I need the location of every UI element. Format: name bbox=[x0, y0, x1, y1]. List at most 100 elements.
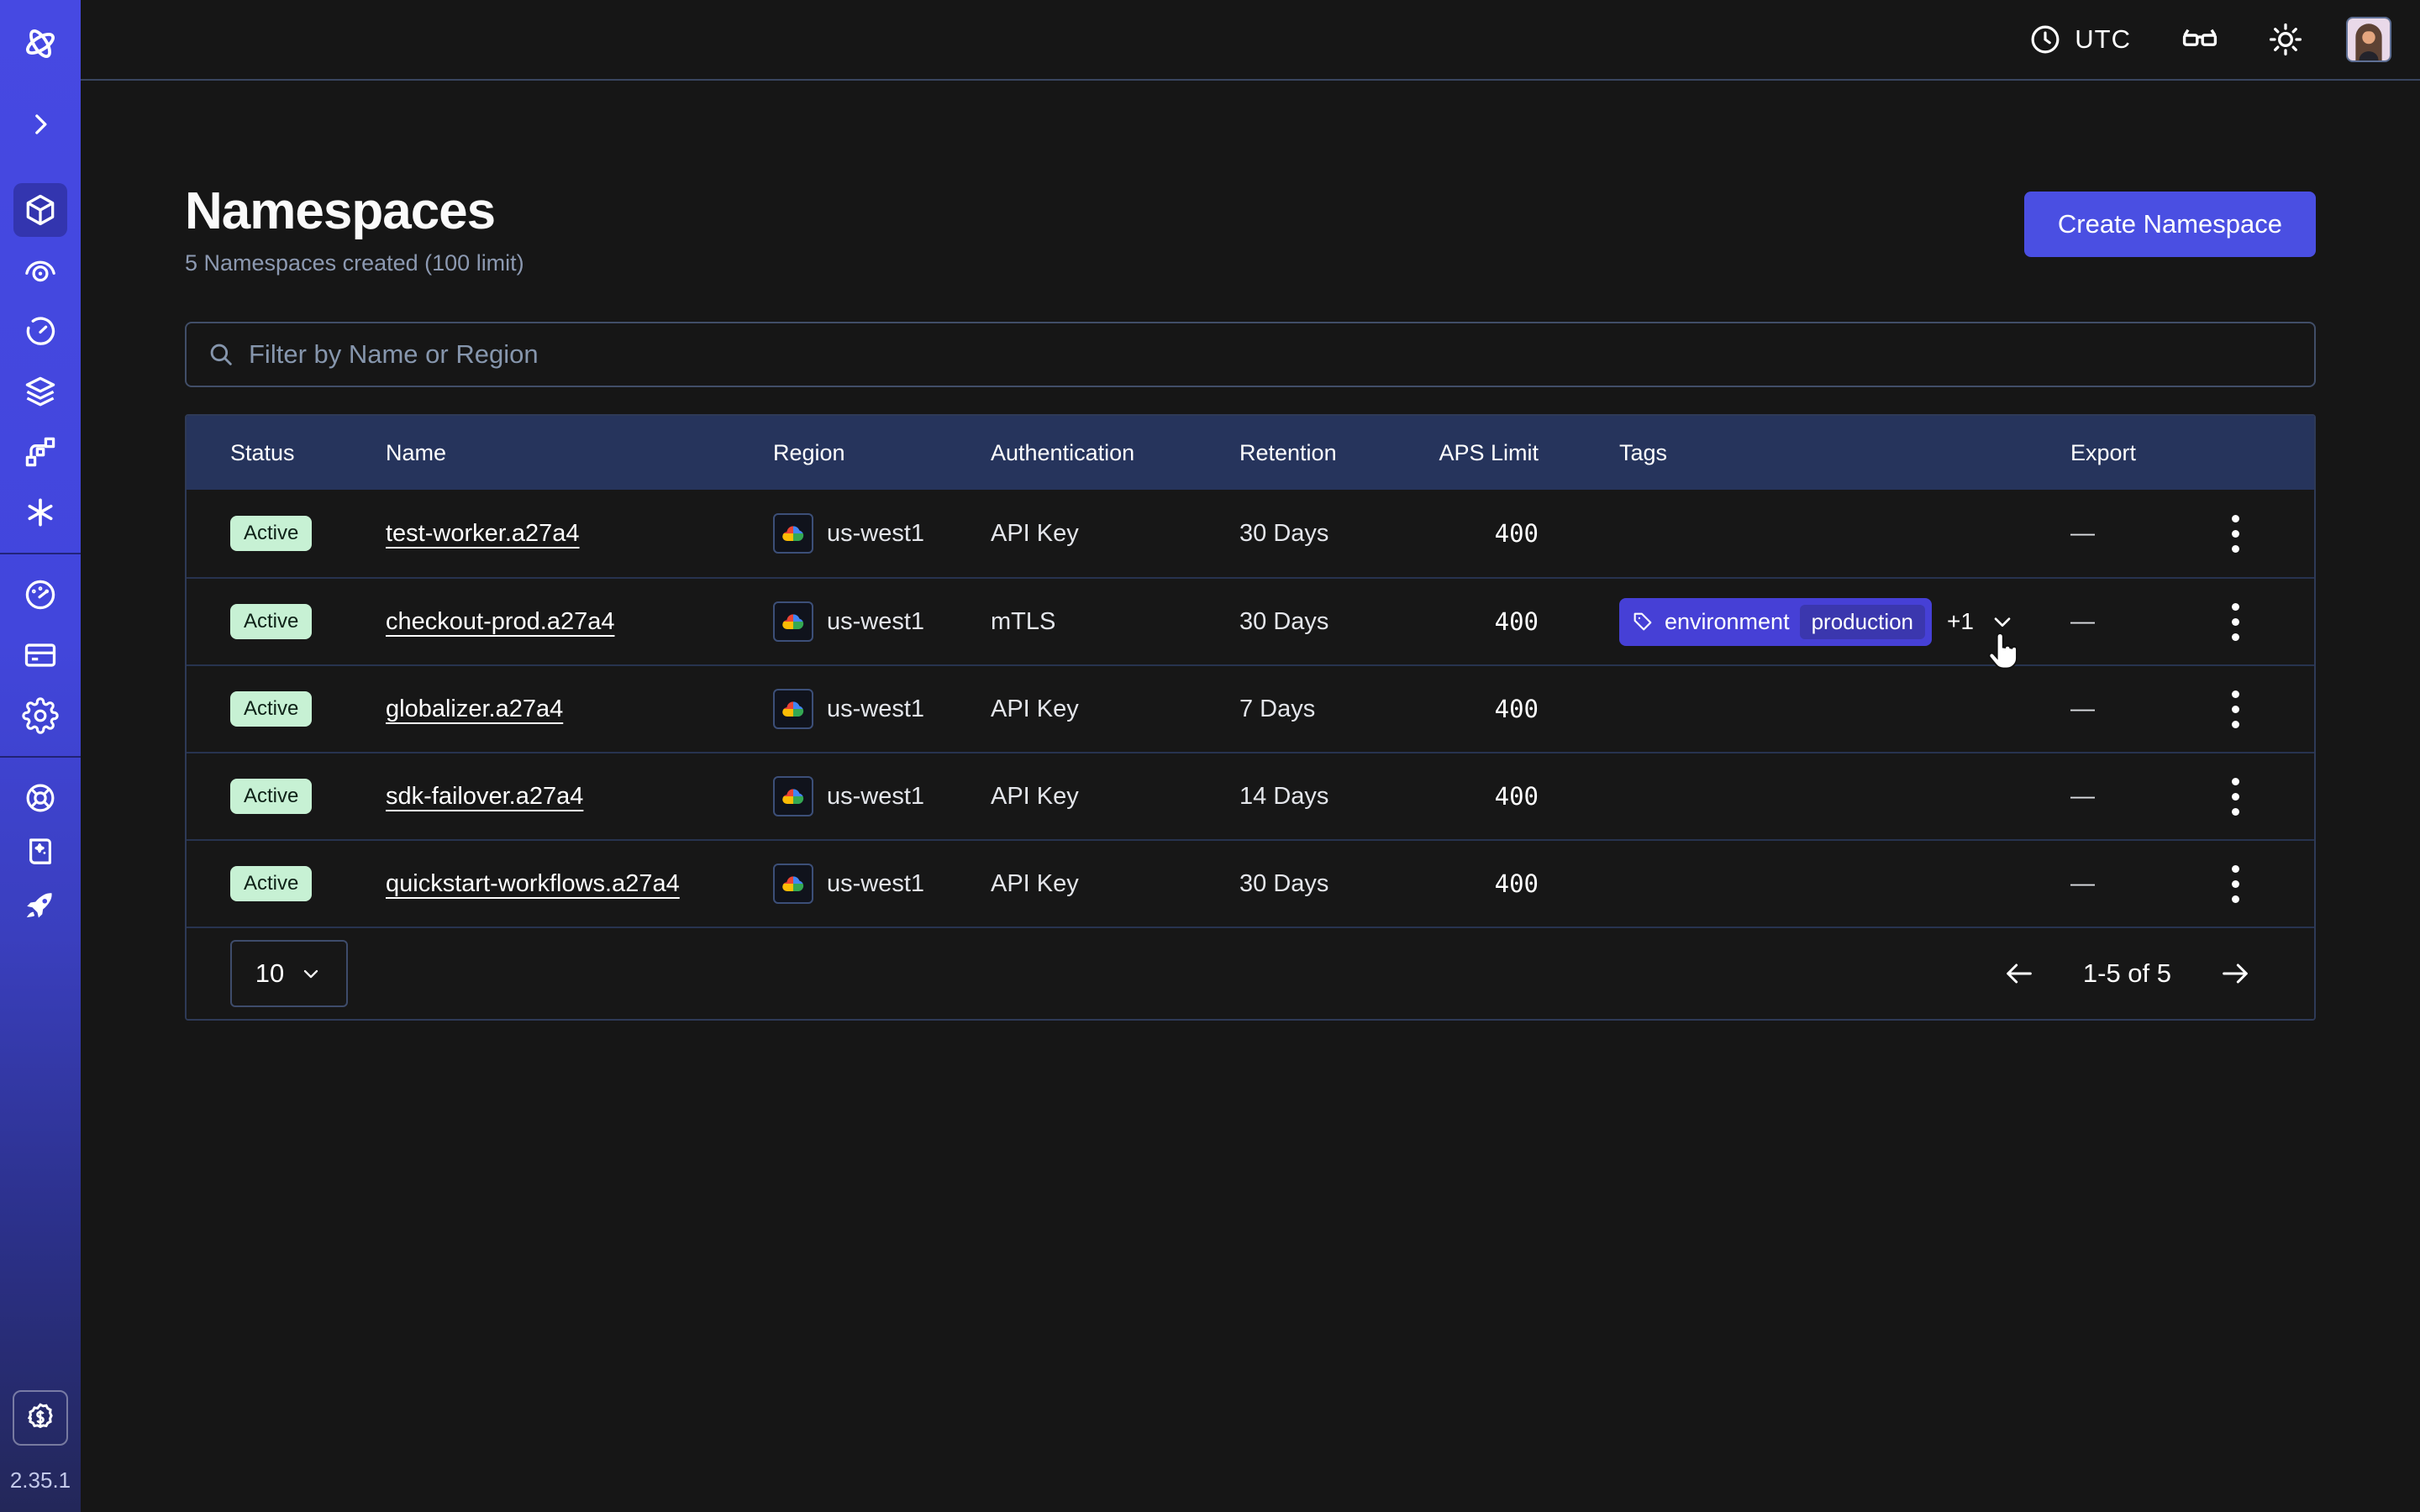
page-size-value: 10 bbox=[255, 958, 284, 989]
sidebar-divider bbox=[0, 553, 81, 554]
table-row: Active test-worker.a27a4 us-west1 API Ke… bbox=[187, 490, 2314, 577]
row-actions-kebab-icon[interactable] bbox=[2225, 508, 2246, 559]
tag-pill[interactable]: environment production bbox=[1619, 598, 1932, 646]
timezone-label: UTC bbox=[2075, 24, 2131, 55]
gcp-cloud-icon bbox=[773, 601, 813, 642]
row-actions-kebab-icon[interactable] bbox=[2225, 684, 2246, 735]
status-badge: Active bbox=[230, 516, 312, 551]
export-value: — bbox=[2070, 783, 2201, 811]
aps-limit-value: 400 bbox=[1432, 607, 1619, 636]
col-header-name: Name bbox=[386, 440, 773, 466]
search-icon bbox=[207, 340, 235, 369]
sidebar-nav-account bbox=[13, 568, 67, 743]
region-label: us-west1 bbox=[827, 608, 924, 636]
col-header-region: Region bbox=[773, 440, 991, 466]
status-badge: Active bbox=[230, 604, 312, 639]
auth-value: API Key bbox=[991, 696, 1239, 723]
col-header-aps-limit: APS Limit bbox=[1432, 440, 1619, 466]
tag-key: environment bbox=[1665, 609, 1790, 635]
previous-page-arrow-left-icon[interactable] bbox=[2002, 957, 2036, 990]
auth-value: API Key bbox=[991, 870, 1239, 898]
region-label: us-west1 bbox=[827, 520, 924, 548]
sidebar-expand-chevron-right-icon[interactable] bbox=[13, 97, 67, 151]
sidebar-item-asterisk-icon[interactable] bbox=[13, 486, 67, 539]
export-value: — bbox=[2070, 520, 2201, 548]
export-value: — bbox=[2070, 870, 2201, 898]
namespace-link[interactable]: sdk-failover.a27a4 bbox=[386, 783, 583, 810]
tag-more-count[interactable]: +1 bbox=[1947, 608, 1974, 635]
namespace-link[interactable]: test-worker.a27a4 bbox=[386, 520, 580, 547]
sidebar-item-namespaces-cube-icon[interactable] bbox=[13, 183, 67, 237]
table-header-row: Status Name Region Authentication Retent… bbox=[187, 416, 2314, 490]
region-label: us-west1 bbox=[827, 696, 924, 723]
main-content: Namespaces 5 Namespaces created (100 lim… bbox=[81, 81, 2420, 1512]
table-row: Active globalizer.a27a4 us-west1 API Key… bbox=[187, 664, 2314, 752]
user-avatar[interactable] bbox=[2346, 17, 2391, 62]
timezone-selector[interactable]: UTC bbox=[2028, 22, 2131, 57]
clock-icon bbox=[2028, 22, 2063, 57]
gcp-cloud-icon bbox=[773, 776, 813, 816]
topbar: UTC bbox=[81, 0, 2420, 81]
namespace-link[interactable]: checkout-prod.a27a4 bbox=[386, 608, 614, 635]
col-header-export: Export bbox=[2070, 440, 2201, 466]
table-row: Active checkout-prod.a27a4 us-west1 mTLS… bbox=[187, 577, 2314, 664]
next-page-arrow-right-icon[interactable] bbox=[2218, 957, 2252, 990]
retention-value: 30 Days bbox=[1239, 608, 1432, 636]
namespace-link[interactable]: quickstart-workflows.a27a4 bbox=[386, 870, 680, 897]
auth-value: mTLS bbox=[991, 608, 1239, 636]
gcp-cloud-icon bbox=[773, 513, 813, 554]
row-actions-kebab-icon[interactable] bbox=[2225, 858, 2246, 910]
app-version: 2.35.1 bbox=[10, 1467, 71, 1494]
filter-bar bbox=[185, 322, 2316, 387]
tag-value: production bbox=[1800, 605, 1925, 639]
auth-value: API Key bbox=[991, 520, 1239, 548]
page-subtitle: 5 Namespaces created (100 limit) bbox=[185, 250, 524, 276]
sidebar-item-usage-gauge-icon[interactable] bbox=[13, 568, 67, 622]
pagination-range: 1-5 of 5 bbox=[2083, 958, 2171, 989]
glasses-icon[interactable] bbox=[2180, 19, 2220, 60]
namespaces-table: Status Name Region Authentication Retent… bbox=[185, 414, 2316, 1021]
sidebar-item-spiral-icon[interactable] bbox=[13, 244, 67, 297]
page-title: Namespaces bbox=[185, 181, 524, 242]
sidebar-divider bbox=[0, 756, 81, 758]
sidebar-item-support-life-buoy-icon[interactable] bbox=[13, 771, 67, 825]
namespace-link[interactable]: globalizer.a27a4 bbox=[386, 696, 563, 722]
sidebar: 2.35.1 bbox=[0, 0, 81, 1512]
aps-limit-value: 400 bbox=[1432, 519, 1619, 548]
tags-expand-chevron-down-icon[interactable] bbox=[1989, 608, 2016, 635]
sidebar-item-layers-icon[interactable] bbox=[13, 365, 67, 418]
gcp-cloud-icon bbox=[773, 864, 813, 904]
col-header-authentication: Authentication bbox=[991, 440, 1239, 466]
theme-toggle-sun-icon[interactable] bbox=[2267, 21, 2304, 58]
gcp-cloud-icon bbox=[773, 689, 813, 729]
filter-input[interactable] bbox=[249, 339, 2294, 370]
create-namespace-button[interactable]: Create Namespace bbox=[2024, 192, 2316, 257]
sidebar-item-getting-started-rocket-icon[interactable] bbox=[13, 879, 67, 932]
col-header-retention: Retention bbox=[1239, 440, 1432, 466]
sidebar-item-branch-icon[interactable] bbox=[13, 425, 67, 479]
row-actions-kebab-icon[interactable] bbox=[2225, 596, 2246, 648]
col-header-tags: Tags bbox=[1619, 440, 2070, 466]
sidebar-nav-help bbox=[13, 771, 67, 932]
sidebar-item-timer-icon[interactable] bbox=[13, 304, 67, 358]
sidebar-nav-primary bbox=[13, 183, 67, 539]
status-badge: Active bbox=[230, 866, 312, 901]
sidebar-item-docs-book-icon[interactable] bbox=[13, 825, 67, 879]
col-header-status: Status bbox=[230, 440, 386, 466]
page-size-select[interactable]: 10 bbox=[230, 940, 348, 1007]
region-label: us-west1 bbox=[827, 783, 924, 811]
tags-cell: environment production +1 bbox=[1619, 598, 2070, 646]
retention-value: 30 Days bbox=[1239, 870, 1432, 898]
auth-value: API Key bbox=[991, 783, 1239, 811]
temporal-logo[interactable] bbox=[13, 17, 67, 71]
sidebar-item-billing-credit-card-icon[interactable] bbox=[13, 628, 67, 682]
sidebar-item-settings-gear-icon[interactable] bbox=[13, 689, 67, 743]
aps-limit-value: 400 bbox=[1432, 869, 1619, 898]
retention-value: 7 Days bbox=[1239, 696, 1432, 723]
export-value: — bbox=[2070, 608, 2201, 636]
page-header: Namespaces 5 Namespaces created (100 lim… bbox=[185, 181, 2316, 276]
row-actions-kebab-icon[interactable] bbox=[2225, 771, 2246, 822]
export-value: — bbox=[2070, 696, 2201, 723]
aps-limit-value: 400 bbox=[1432, 695, 1619, 723]
pricing-badge-button[interactable] bbox=[13, 1390, 68, 1446]
